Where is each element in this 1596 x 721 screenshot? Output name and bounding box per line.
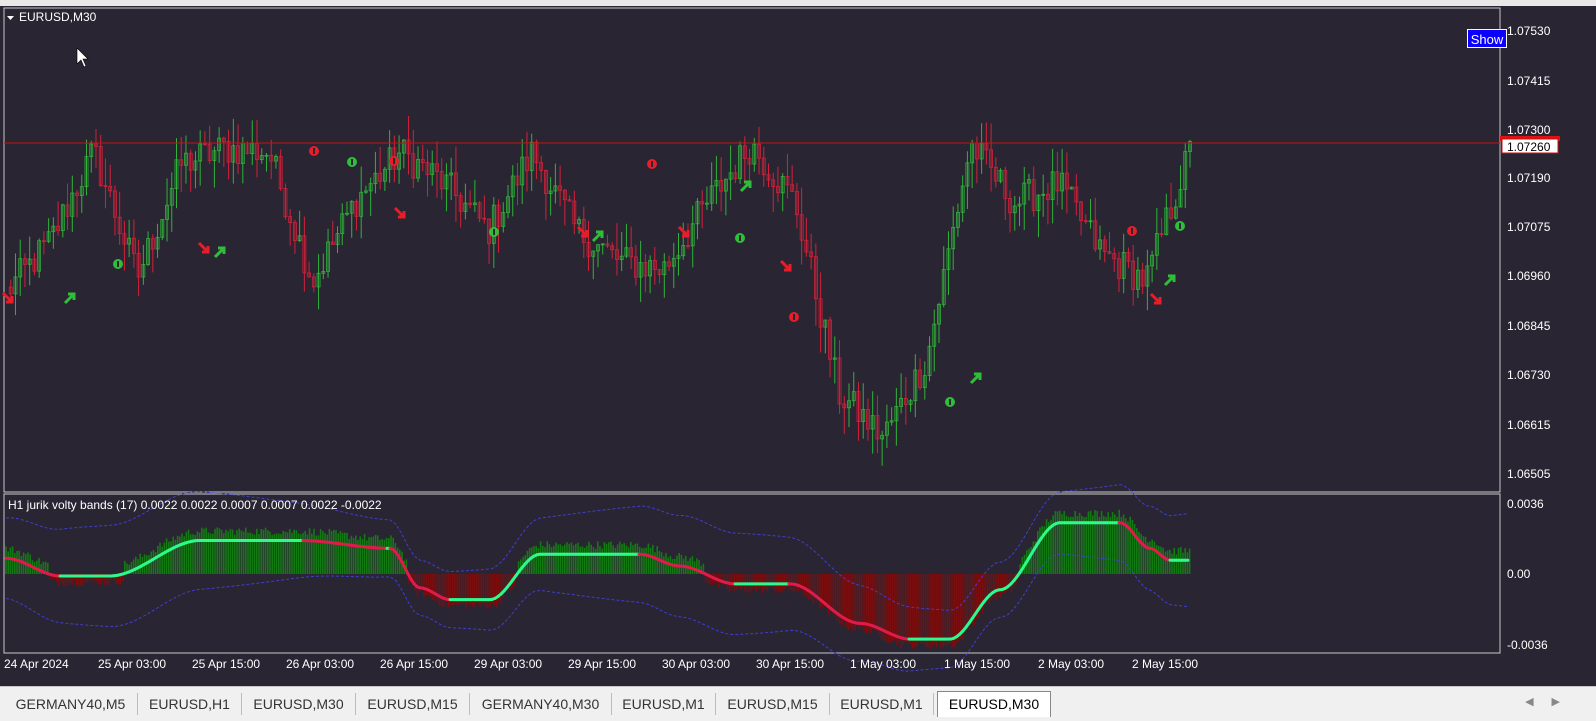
show-button[interactable]: Show [1467, 29, 1507, 48]
time-label: 25 Apr 15:00 [192, 657, 260, 671]
time-label: 30 Apr 15:00 [756, 657, 824, 671]
tab-eurusd-m30-active[interactable]: EURUSD,M30 [937, 691, 1051, 717]
time-label: 2 May 03:00 [1038, 657, 1104, 671]
sell-arrow-icon [1151, 294, 1160, 303]
tab-eurusd-m15-2[interactable]: EURUSD,M15 [716, 693, 830, 715]
tab-scroll-arrows-icon[interactable]: ◀▶ [1525, 695, 1578, 708]
price-label: 1.06505 [1507, 467, 1551, 481]
tab-eurusd-m1[interactable]: EURUSD,M1 [612, 693, 716, 715]
buy-arrow-icon [215, 248, 224, 257]
price-label: 1.06615 [1507, 418, 1551, 432]
tab-eurusd-m1-2[interactable]: EURUSD,M1 [830, 693, 934, 715]
indicator-scale-label: -0.0036 [1507, 638, 1548, 652]
sell-arrow-icon [1127, 226, 1137, 236]
time-label: 24 Apr 2024 [4, 657, 69, 671]
sell-arrow-icon [199, 243, 208, 252]
buy-arrow-icon [347, 157, 357, 167]
collapse-triangle-icon[interactable] [7, 16, 14, 20]
sell-arrow-icon [647, 159, 657, 169]
sell-arrow-icon [309, 146, 319, 156]
buy-arrow-icon [945, 397, 955, 407]
tab-eurusd-m30[interactable]: EURUSD,M30 [242, 693, 356, 715]
price-label: 1.07300 [1507, 123, 1551, 137]
price-label: 1.07075 [1507, 220, 1551, 234]
price-label: 1.07190 [1507, 171, 1551, 185]
price-label: 1.07415 [1507, 74, 1551, 88]
indicator-scale-label: 0.00 [1507, 567, 1531, 581]
buy-arrow-icon [735, 233, 745, 243]
time-label: 26 Apr 15:00 [380, 657, 448, 671]
chart-title: EURUSD,M30 [19, 10, 97, 24]
buy-arrow-icon [971, 374, 980, 383]
buy-arrow-icon [1165, 276, 1174, 285]
sell-arrow-icon [781, 261, 790, 270]
time-label: 29 Apr 15:00 [568, 657, 636, 671]
time-label: 2 May 15:00 [1132, 657, 1198, 671]
buy-arrow-icon [593, 232, 602, 241]
buy-arrow-icon [741, 182, 750, 191]
chart-window[interactable]: EURUSD,M30 1.07530 1.07415 1.07300 1.071… [0, 6, 1596, 686]
price-label: 1.06730 [1507, 368, 1551, 382]
price-label: 1.07530 [1507, 24, 1551, 38]
time-label: 30 Apr 03:00 [662, 657, 730, 671]
signal-arrows [3, 146, 1185, 407]
indicator-pane [6, 485, 1190, 671]
candlesticks [9, 116, 1191, 466]
time-label: 29 Apr 03:00 [474, 657, 542, 671]
price-label: 1.06845 [1507, 319, 1551, 333]
price-label: 1.06960 [1507, 269, 1551, 283]
tab-germany40-m5[interactable]: GERMANY40,M5 [4, 693, 138, 715]
sell-arrow-icon [389, 156, 399, 166]
tab-eurusd-m15[interactable]: EURUSD,M15 [356, 693, 470, 715]
mouse-cursor-icon [77, 48, 88, 67]
indicator-scale-label: 0.0036 [1507, 497, 1544, 511]
chart-canvas[interactable]: EURUSD,M30 1.07530 1.07415 1.07300 1.071… [0, 6, 1596, 686]
tab-eurusd-h1[interactable]: EURUSD,H1 [138, 693, 242, 715]
tab-germany40-m30[interactable]: GERMANY40,M30 [470, 693, 612, 715]
sell-arrow-icon [395, 208, 404, 217]
time-label: 1 May 03:00 [850, 657, 916, 671]
buy-arrow-icon [113, 259, 123, 269]
buy-arrow-icon [1175, 221, 1185, 231]
time-label: 25 Apr 03:00 [98, 657, 166, 671]
indicator-title: H1 jurik volty bands (17) 0.0022 0.0022 … [8, 498, 382, 512]
time-label: 1 May 15:00 [944, 657, 1010, 671]
time-label: 26 Apr 03:00 [286, 657, 354, 671]
chart-tab-bar: GERMANY40,M5 EURUSD,H1 EURUSD,M30 EURUSD… [0, 686, 1596, 721]
main-chart-frame [4, 8, 1500, 492]
buy-arrow-icon [489, 227, 499, 237]
sell-arrow-icon [789, 312, 799, 322]
current-price-label: 1.07260 [1507, 140, 1551, 154]
buy-arrow-icon [65, 294, 74, 303]
